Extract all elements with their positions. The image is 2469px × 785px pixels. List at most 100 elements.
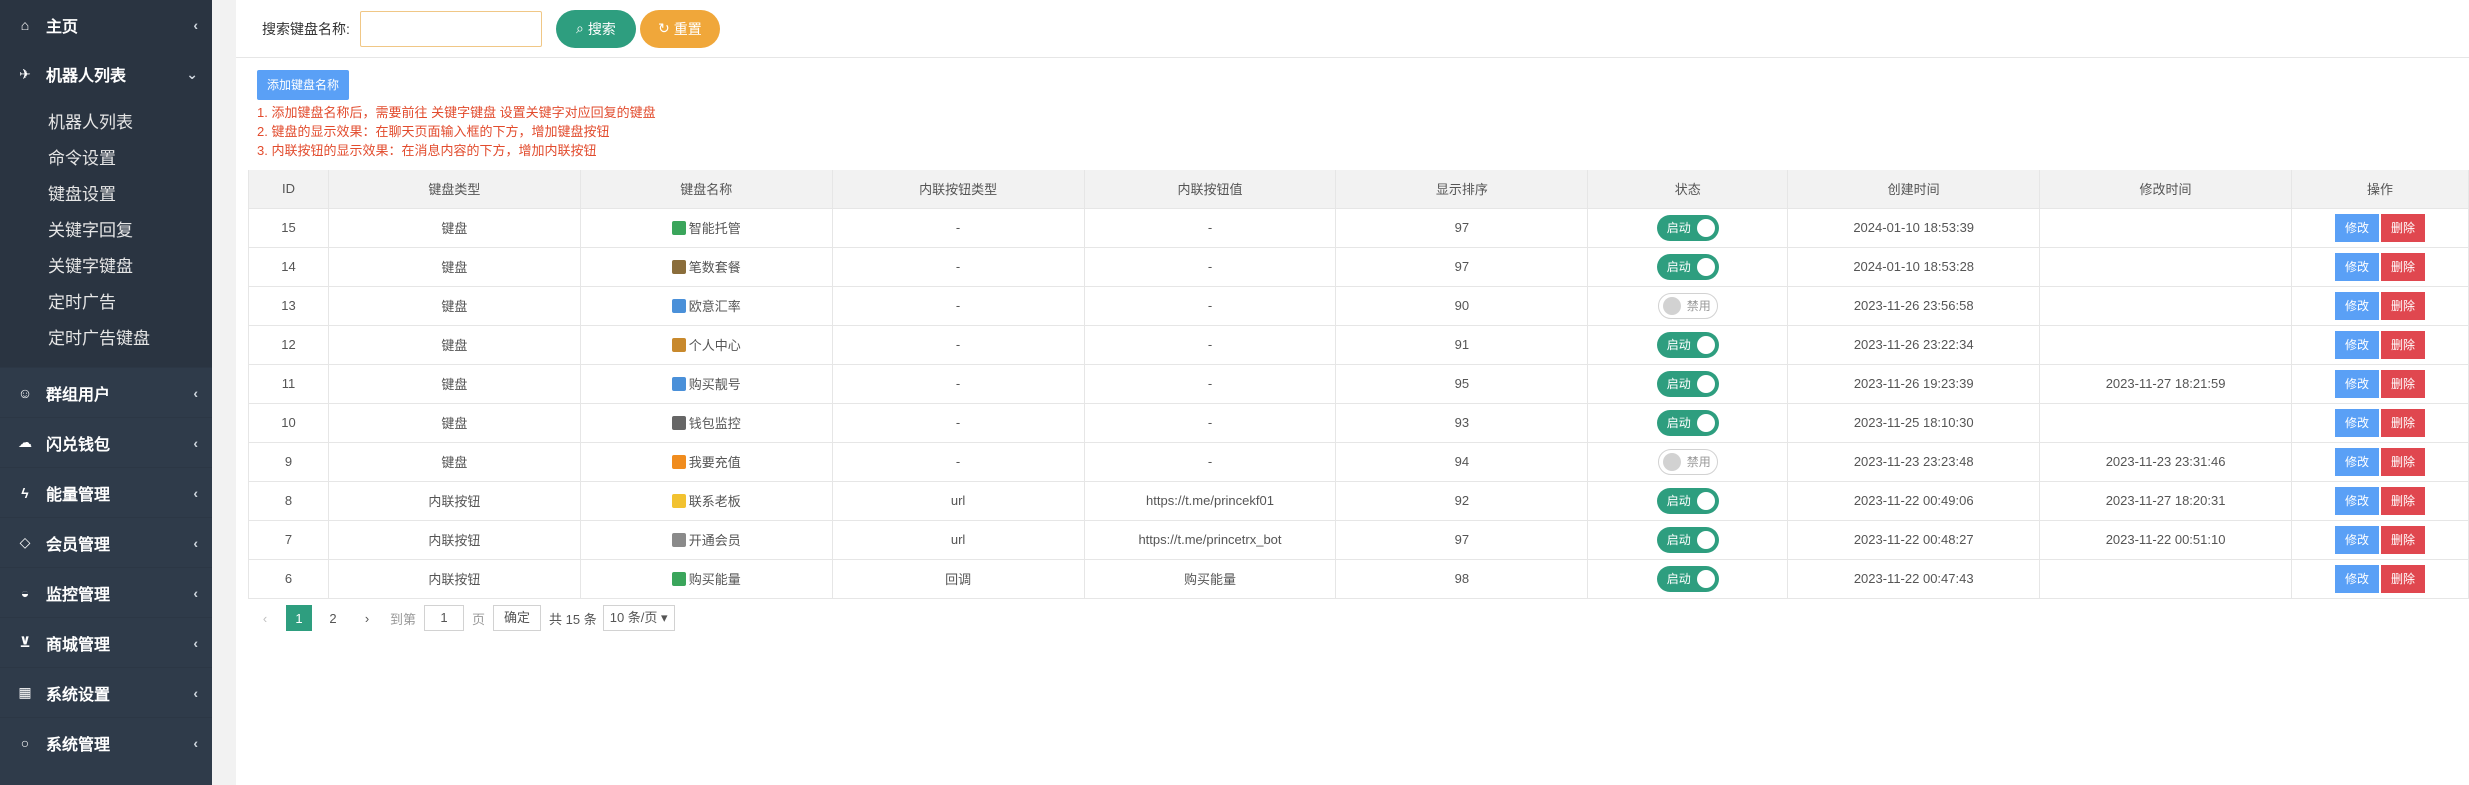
search-button[interactable]: ⌕ 搜索	[555, 9, 636, 48]
sidebar-item-members[interactable]: ◇ 会员管理 ‹	[0, 517, 212, 567]
status-toggle[interactable]: 禁用	[1657, 292, 1718, 319]
cell-inline-value: 购买能量	[1084, 559, 1337, 599]
sidebar-item-robot-list[interactable]: ✈ 机器人列表 ⌄	[0, 49, 212, 99]
delete-button[interactable]: 删除	[2381, 525, 2426, 554]
per-page-value: 10 条/页	[609, 610, 658, 625]
column-header[interactable]: 键盘类型	[328, 170, 581, 209]
edit-button[interactable]: 修改	[2334, 213, 2379, 242]
cart-icon: ⊻	[19, 634, 31, 650]
sidebar: ⌂ 主页 ‹ ✈ 机器人列表 ⌄ 机器人列表 命令设置 键盘设置 关键字回复 关…	[0, 0, 212, 785]
column-header[interactable]: 内联按钮值	[1084, 170, 1337, 209]
delete-button[interactable]: 删除	[2381, 486, 2426, 515]
users-icon: ☺	[17, 384, 33, 401]
column-header[interactable]: 修改时间	[2039, 170, 2292, 209]
sidebar-subitem[interactable]: 命令设置	[0, 141, 212, 177]
column-header[interactable]: 状态	[1587, 170, 1789, 209]
sidebar-item-system-admin[interactable]: ○ 系统管理 ‹	[0, 717, 212, 767]
edit-button[interactable]: 修改	[2334, 408, 2379, 437]
status-toggle[interactable]: 启动	[1656, 370, 1719, 397]
gauge-icon: ◒	[20, 584, 30, 601]
delete-button[interactable]: 删除	[2381, 291, 2426, 320]
sidebar-item-home[interactable]: ⌂ 主页 ‹	[0, 0, 212, 49]
status-toggle[interactable]: 启动	[1656, 253, 1719, 280]
edit-button[interactable]: 修改	[2334, 252, 2379, 281]
sidebar-subitem[interactable]: 定时广告键盘	[0, 321, 212, 357]
sidebar-subitem[interactable]: 键盘设置	[0, 177, 212, 213]
cell-keyboard-name: 钱包监控	[580, 403, 833, 443]
sidebar-item-monitor[interactable]: ◒ 监控管理 ‹	[0, 567, 212, 617]
sidebar-subitem[interactable]: 关键字键盘	[0, 249, 212, 285]
sidebar-item-group-users[interactable]: ☺ 群组用户 ‹	[0, 367, 212, 417]
edit-button[interactable]: 修改	[2334, 486, 2379, 515]
sidebar-item-energy[interactable]: ϟ 能量管理 ‹	[0, 467, 212, 517]
home-icon: ⌂	[20, 16, 30, 33]
cell-actions: 修改 删除	[2291, 208, 2469, 248]
sidebar-item-label: 系统设置	[46, 686, 111, 704]
column-header[interactable]: 创建时间	[1787, 170, 2041, 209]
status-label: 启动	[1666, 572, 1691, 586]
cell-status: 启动	[1587, 403, 1789, 443]
edit-button[interactable]: 修改	[2334, 330, 2379, 359]
page-button[interactable]: 2	[320, 605, 346, 631]
status-toggle[interactable]: 启动	[1656, 565, 1719, 592]
cell-created: 2023-11-22 00:48:27	[1787, 520, 2041, 560]
tips: 1. 添加键盘名称后，需要前往 关键字键盘 设置关键字对应回复的键盘 2. 键盘…	[257, 103, 656, 160]
cell-actions: 修改 删除	[2291, 520, 2469, 560]
per-page-select[interactable]: 10 条/页 ▾	[602, 605, 675, 631]
status-toggle[interactable]: 禁用	[1657, 448, 1718, 475]
delete-button[interactable]: 删除	[2381, 213, 2426, 242]
column-header[interactable]: 内联按钮类型	[832, 170, 1085, 209]
status-toggle[interactable]: 启动	[1656, 526, 1719, 553]
delete-button[interactable]: 删除	[2381, 447, 2426, 476]
goto-confirm-button[interactable]: 确定	[493, 605, 542, 631]
sidebar-subitem[interactable]: 机器人列表	[0, 105, 212, 141]
cell-modified	[2039, 325, 2292, 365]
goto-page-input[interactable]: 1	[424, 605, 465, 631]
edit-button[interactable]: 修改	[2334, 447, 2379, 476]
search-input[interactable]	[359, 10, 542, 47]
sidebar-item-flash-wallet[interactable]: ☁ 闪兑钱包 ‹	[0, 417, 212, 467]
chevron-left-icon: ‹	[193, 684, 198, 701]
delete-button[interactable]: 删除	[2381, 369, 2426, 398]
reset-button[interactable]: ↻ 重置	[639, 9, 720, 48]
table-header-row: ID 键盘类型 键盘名称 内联按钮类型 内联按钮值 显示排序 状态 创建时间 修…	[248, 170, 2469, 209]
status-toggle[interactable]: 启动	[1656, 409, 1719, 436]
sidebar-item-system-settings[interactable]: ▦ 系统设置 ‹	[0, 667, 212, 717]
chevron-down-icon: ⌄	[186, 65, 198, 82]
sidebar-subitem[interactable]: 定时广告	[0, 285, 212, 321]
column-header[interactable]: ID	[248, 170, 329, 209]
goto-label: 到第	[390, 611, 417, 627]
cell-modified	[2039, 208, 2292, 248]
sidebar-item-label: 机器人列表	[46, 68, 127, 85]
prev-page-icon[interactable]: ‹	[252, 605, 278, 631]
sidebar-item-shop[interactable]: ⊻ 商城管理 ‹	[0, 617, 212, 667]
status-toggle[interactable]: 启动	[1656, 487, 1719, 514]
delete-button[interactable]: 删除	[2381, 408, 2426, 437]
next-page-icon[interactable]: ›	[354, 605, 380, 631]
cell-keyboard-type: 内联按钮	[328, 520, 581, 560]
delete-button[interactable]: 删除	[2381, 252, 2426, 281]
cell-inline-value: -	[1084, 247, 1337, 287]
status-toggle[interactable]: 启动	[1656, 331, 1719, 358]
delete-button[interactable]: 删除	[2381, 564, 2426, 593]
page-button-current[interactable]: 1	[286, 605, 312, 631]
status-toggle[interactable]: 启动	[1656, 214, 1719, 241]
table-row: 15 键盘 智能托管 - - 97 启动 2024-01-10 18:53:39…	[248, 208, 2469, 248]
delete-button[interactable]: 删除	[2381, 330, 2426, 359]
column-header[interactable]: 显示排序	[1335, 170, 1589, 209]
add-keyboard-button[interactable]: 添加键盘名称	[257, 70, 350, 100]
sidebar-item-label: 主页	[46, 18, 79, 36]
status-label: 禁用	[1686, 455, 1711, 469]
cell-keyboard-type: 键盘	[328, 325, 581, 365]
column-header[interactable]: 键盘名称	[580, 170, 833, 209]
sidebar-subitem[interactable]: 关键字回复	[0, 213, 212, 249]
edit-button[interactable]: 修改	[2334, 369, 2379, 398]
keyboard-emoji-icon	[671, 338, 686, 352]
edit-button[interactable]: 修改	[2334, 525, 2379, 554]
cell-actions: 修改 删除	[2291, 481, 2469, 521]
column-header[interactable]: 操作	[2291, 170, 2469, 209]
edit-button[interactable]: 修改	[2334, 291, 2379, 320]
cell-inline-value: https://t.me/princetrx_bot	[1084, 520, 1337, 560]
search-label: 搜索键盘名称:	[262, 20, 350, 37]
edit-button[interactable]: 修改	[2334, 564, 2379, 593]
